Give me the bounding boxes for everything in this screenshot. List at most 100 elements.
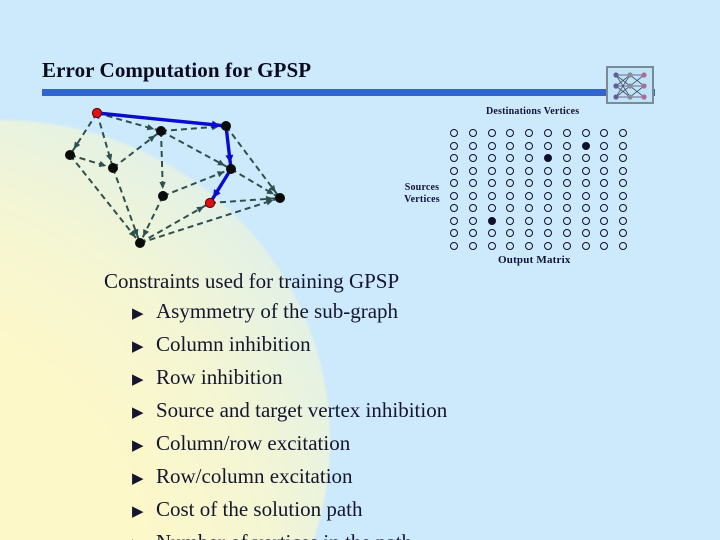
matrix-cell[interactable] [600,229,609,237]
matrix-cell[interactable] [450,154,458,162]
matrix-cell[interactable] [581,129,590,137]
matrix-cell[interactable] [619,166,628,175]
matrix-cell[interactable] [543,191,552,200]
matrix-cell[interactable] [487,129,496,137]
matrix-cell[interactable] [581,191,590,200]
matrix-cell[interactable] [506,129,515,137]
matrix-cell[interactable] [562,166,571,175]
matrix-cell[interactable] [506,241,515,250]
matrix-cell[interactable] [506,191,515,200]
matrix-cell[interactable] [468,241,477,250]
matrix-cell[interactable] [562,191,571,200]
matrix-cell[interactable] [581,154,590,162]
matrix-cell[interactable] [581,229,590,237]
matrix-cell[interactable] [600,241,609,250]
matrix-cell[interactable] [581,216,590,225]
matrix-cell[interactable] [468,216,477,225]
matrix-cell[interactable] [600,166,609,175]
matrix-cell[interactable] [506,204,515,212]
matrix-cell[interactable] [619,141,628,150]
matrix-cell[interactable] [600,129,609,137]
matrix-cell[interactable] [450,141,458,150]
matrix-cell[interactable] [506,179,515,187]
matrix-cell[interactable] [525,129,534,137]
matrix-cell[interactable] [525,191,534,200]
matrix-cell[interactable] [543,166,552,175]
matrix-cell[interactable] [506,141,515,150]
matrix-cell[interactable] [543,129,552,137]
matrix-cell[interactable] [506,166,515,175]
matrix-cell[interactable] [468,154,477,162]
matrix-cell[interactable] [562,204,571,212]
matrix-cell[interactable] [468,191,477,200]
matrix-cell[interactable] [525,141,534,150]
matrix-cell[interactable] [562,216,571,225]
matrix-cell[interactable] [450,179,458,187]
matrix-cell[interactable] [562,179,571,187]
matrix-cell[interactable] [468,204,477,212]
matrix-cell[interactable] [600,141,609,150]
matrix-cell[interactable] [619,216,628,225]
matrix-cell[interactable] [581,204,590,212]
matrix-cell[interactable] [543,216,552,225]
matrix-cell-active[interactable] [581,141,590,150]
matrix-cell[interactable] [487,241,496,250]
matrix-cell[interactable] [468,129,477,137]
matrix-cell[interactable] [450,241,458,250]
matrix-cell[interactable] [525,241,534,250]
matrix-cell[interactable] [487,166,496,175]
matrix-cell[interactable] [619,129,628,137]
matrix-cell[interactable] [450,166,458,175]
matrix-cell[interactable] [543,241,552,250]
matrix-cell[interactable] [543,229,552,237]
matrix-cell[interactable] [619,204,628,212]
matrix-cell[interactable] [600,154,609,162]
matrix-cell[interactable] [487,179,496,187]
matrix-cell[interactable] [600,216,609,225]
matrix-cell[interactable] [562,141,571,150]
matrix-cell[interactable] [468,179,477,187]
matrix-cell[interactable] [450,129,458,137]
matrix-cell[interactable] [581,166,590,175]
matrix-cell[interactable] [600,204,609,212]
matrix-cell[interactable] [619,229,628,237]
matrix-cell[interactable] [487,229,496,237]
matrix-cell-active[interactable] [487,216,496,225]
matrix-cell[interactable] [506,154,515,162]
matrix-cell[interactable] [619,241,628,250]
matrix-cell[interactable] [543,179,552,187]
matrix-cell[interactable] [487,154,496,162]
matrix-cell[interactable] [543,204,552,212]
matrix-cell[interactable] [450,191,458,200]
matrix-cell[interactable] [487,191,496,200]
matrix-cell[interactable] [581,241,590,250]
matrix-cell[interactable] [450,204,458,212]
matrix-cell[interactable] [581,179,590,187]
matrix-cell[interactable] [468,141,477,150]
matrix-cell[interactable] [506,229,515,237]
matrix-cell[interactable] [562,241,571,250]
matrix-cell[interactable] [525,166,534,175]
matrix-cell[interactable] [506,216,515,225]
matrix-cell[interactable] [525,179,534,187]
matrix-cell[interactable] [600,179,609,187]
matrix-cell[interactable] [450,229,458,237]
matrix-cell[interactable] [619,191,628,200]
matrix-cell[interactable] [619,179,628,187]
matrix-cell[interactable] [619,154,628,162]
matrix-cell[interactable] [487,141,496,150]
matrix-cell[interactable] [468,166,477,175]
matrix-cell[interactable] [487,204,496,212]
matrix-cell[interactable] [525,229,534,237]
matrix-cell[interactable] [562,154,571,162]
matrix-cell[interactable] [450,216,458,225]
matrix-cell[interactable] [525,204,534,212]
matrix-cell[interactable] [543,141,552,150]
matrix-cell[interactable] [562,229,571,237]
matrix-cell-active[interactable] [543,154,552,162]
matrix-cell[interactable] [468,229,477,237]
matrix-cell[interactable] [600,191,609,200]
matrix-cell[interactable] [562,129,571,137]
matrix-cell[interactable] [525,154,534,162]
matrix-cell[interactable] [525,216,534,225]
